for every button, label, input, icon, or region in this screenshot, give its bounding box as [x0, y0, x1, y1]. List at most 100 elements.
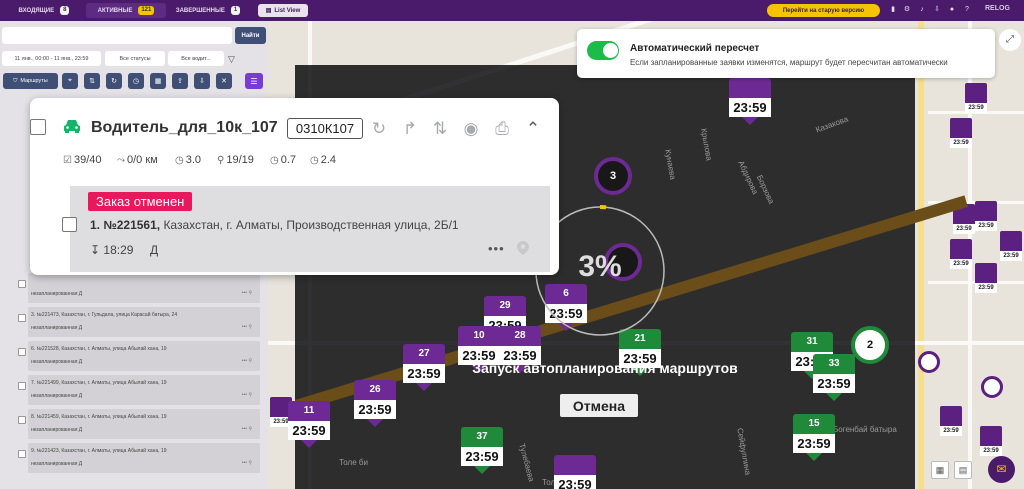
map-pin[interactable]: 26 23:59 — [354, 380, 396, 427]
gear-icon[interactable]: ⚙ — [902, 5, 912, 15]
map-pin[interactable]: 27 23:59 — [403, 344, 445, 391]
list-item[interactable]: незапланированная Д ••• ⚲ — [28, 273, 260, 303]
map-pin[interactable]: 23:59 — [950, 118, 972, 148]
pin-time: 23:59 — [1000, 251, 1022, 261]
car-icon-wheel — [65, 130, 69, 133]
status-filter[interactable]: Все статусы — [105, 51, 165, 66]
map-layers-icon[interactable]: ▦ — [931, 461, 949, 479]
more-icon[interactable]: ••• ⚲ — [242, 324, 252, 330]
list-view-button[interactable]: ▤ List View — [258, 4, 308, 17]
menu-button[interactable]: ☰ — [245, 73, 263, 89]
tab-completed[interactable]: ЗАВЕРШЕННЫЕ 1 — [168, 3, 248, 18]
turn-icon[interactable]: ↱ — [400, 119, 420, 139]
map-cluster[interactable] — [981, 376, 1003, 398]
pin-time: 23:59 — [554, 475, 596, 489]
user-icon[interactable]: ● — [947, 5, 957, 15]
tab-incoming[interactable]: ВХОДЯЩИЕ 8 — [4, 3, 84, 18]
map-pin[interactable]: 23:59 — [940, 406, 962, 436]
search-input[interactable] — [2, 27, 232, 44]
map-cluster[interactable] — [918, 351, 940, 373]
order-checkbox[interactable] — [62, 217, 77, 232]
order-checkbox[interactable] — [18, 382, 26, 390]
more-icon[interactable]: ••• ⚲ — [242, 426, 252, 432]
map-pin[interactable]: 23:59 — [980, 426, 1002, 456]
order-checkbox[interactable] — [18, 416, 26, 424]
order-checkbox[interactable] — [18, 280, 26, 288]
routes-button[interactable]: ⛉ Маршруты — [3, 73, 58, 89]
list-item[interactable]: 8. №221459, Казахстан, г. Алматы, улица … — [28, 409, 260, 439]
map-pin[interactable]: 11 23:59 — [288, 401, 330, 448]
more-icon[interactable]: ••• ⚲ — [242, 392, 252, 398]
order-checkbox[interactable] — [18, 314, 26, 322]
order-title: 1. №221561, Казахстан, г. Алматы, Произв… — [90, 218, 459, 232]
list-item[interactable]: 7. №221499, Казахстан, г. Алматы, улица … — [28, 375, 260, 405]
refresh-tool-icon[interactable]: ↻ — [106, 73, 122, 89]
driver-checkbox[interactable] — [30, 119, 46, 135]
driver-filter[interactable]: Все водит... — [168, 51, 224, 66]
calendar-tool-icon[interactable]: ▦ — [150, 73, 166, 89]
chevron-up-icon[interactable]: ⌃ — [523, 119, 543, 139]
list-item[interactable]: 6. №221528, Казахстан, г. Алматы, улица … — [28, 341, 260, 371]
map-pin[interactable]: 15 23:59 — [793, 414, 835, 461]
location-pin-icon[interactable] — [517, 241, 529, 255]
map-pin[interactable]: 23:59 — [975, 201, 997, 231]
pin-tool-icon[interactable]: ⌖ — [62, 73, 78, 89]
map-pin[interactable]: 23:59 — [975, 263, 997, 293]
order-checkbox[interactable] — [18, 450, 26, 458]
delete-tool-icon[interactable]: ✕ — [216, 73, 232, 89]
map-pin[interactable]: 23:59 — [729, 78, 771, 125]
route-icon: ⤳ — [117, 154, 125, 166]
more-icon[interactable]: ••• ⚲ — [242, 460, 252, 466]
pin-number — [965, 83, 987, 103]
map-pin[interactable]: 37 23:59 — [461, 427, 503, 474]
map-cluster[interactable]: 2 — [851, 326, 889, 364]
map-pin[interactable]: 33 23:59 — [813, 354, 855, 401]
fullscreen-icon[interactable]: ⤢ — [999, 29, 1021, 51]
tab-active[interactable]: АКТИВНЫЕ 121 — [86, 3, 166, 18]
auto-recalc-toggle[interactable] — [587, 41, 619, 60]
sort-tool-icon[interactable]: ⇅ — [84, 73, 100, 89]
pin-time: 23:59 — [403, 364, 445, 383]
order-row[interactable]: Заказ отменен 1. №221561, Казахстан, г. … — [62, 186, 550, 272]
more-icon[interactable]: ••• ⚲ — [242, 358, 252, 364]
map-pin[interactable]: 23:59 — [965, 83, 987, 113]
stat-points-value: 19/19 — [226, 154, 254, 166]
old-version-button[interactable]: Перейти на старую версию — [767, 4, 880, 17]
auto-recalc-description: Если запланированные заявки изменятся, м… — [630, 58, 948, 67]
pin-tail — [301, 440, 317, 448]
map-grid-icon[interactable]: ▤ — [954, 461, 972, 479]
pin-tail — [416, 383, 432, 391]
map-pin[interactable]: 23:59 — [950, 239, 972, 269]
document-icon[interactable]: ▮ — [888, 5, 898, 15]
date-filter[interactable]: 11 янв., 00:00 - 11 янв., 23:59 — [2, 51, 101, 66]
print-icon[interactable]: ⎙ — [492, 119, 512, 139]
clock-tool-icon[interactable]: ◷ — [128, 73, 144, 89]
download-tool-icon[interactable]: ⇩ — [194, 73, 210, 89]
pin-time: 23:59 — [980, 446, 1002, 456]
more-icon[interactable]: ••• — [488, 241, 505, 256]
order-checkbox[interactable] — [18, 348, 26, 356]
cancel-button[interactable]: Отмена — [560, 394, 638, 417]
map-pin[interactable]: 23:59 — [554, 455, 596, 489]
pin-time: 23:59 — [965, 103, 987, 113]
download-icon[interactable]: ⇩ — [932, 5, 942, 15]
map-cluster[interactable]: 3 — [594, 157, 632, 195]
eye-icon[interactable]: ◉ — [461, 119, 481, 139]
clock-icon: ◷ — [175, 154, 184, 166]
order-title: 9. №221423, Казахстан, г. Алматы, улица … — [31, 448, 167, 454]
pin-time: 23:59 — [950, 259, 972, 269]
find-button[interactable]: Найти — [235, 27, 266, 44]
stat-work-time: ◷ 2.4 — [310, 154, 336, 166]
list-item[interactable]: 3. №221473, Казахстан, г. Гульдала, улиц… — [28, 307, 260, 337]
pin-number — [940, 406, 962, 426]
map-pin[interactable]: 23:59 — [1000, 231, 1022, 261]
upload-tool-icon[interactable]: ⇪ — [172, 73, 188, 89]
bell-icon[interactable]: ♪ — [917, 5, 927, 15]
filter-icon[interactable]: ▽ — [228, 54, 235, 65]
list-item[interactable]: 9. №221423, Казахстан, г. Алматы, улица … — [28, 443, 260, 473]
more-icon[interactable]: ••• ⚲ — [242, 290, 252, 296]
chat-icon[interactable]: ✉ — [988, 456, 1015, 483]
sort-icon[interactable]: ⇅ — [430, 119, 450, 139]
help-icon[interactable]: ? — [962, 5, 972, 15]
refresh-icon[interactable]: ↻ — [369, 119, 389, 139]
